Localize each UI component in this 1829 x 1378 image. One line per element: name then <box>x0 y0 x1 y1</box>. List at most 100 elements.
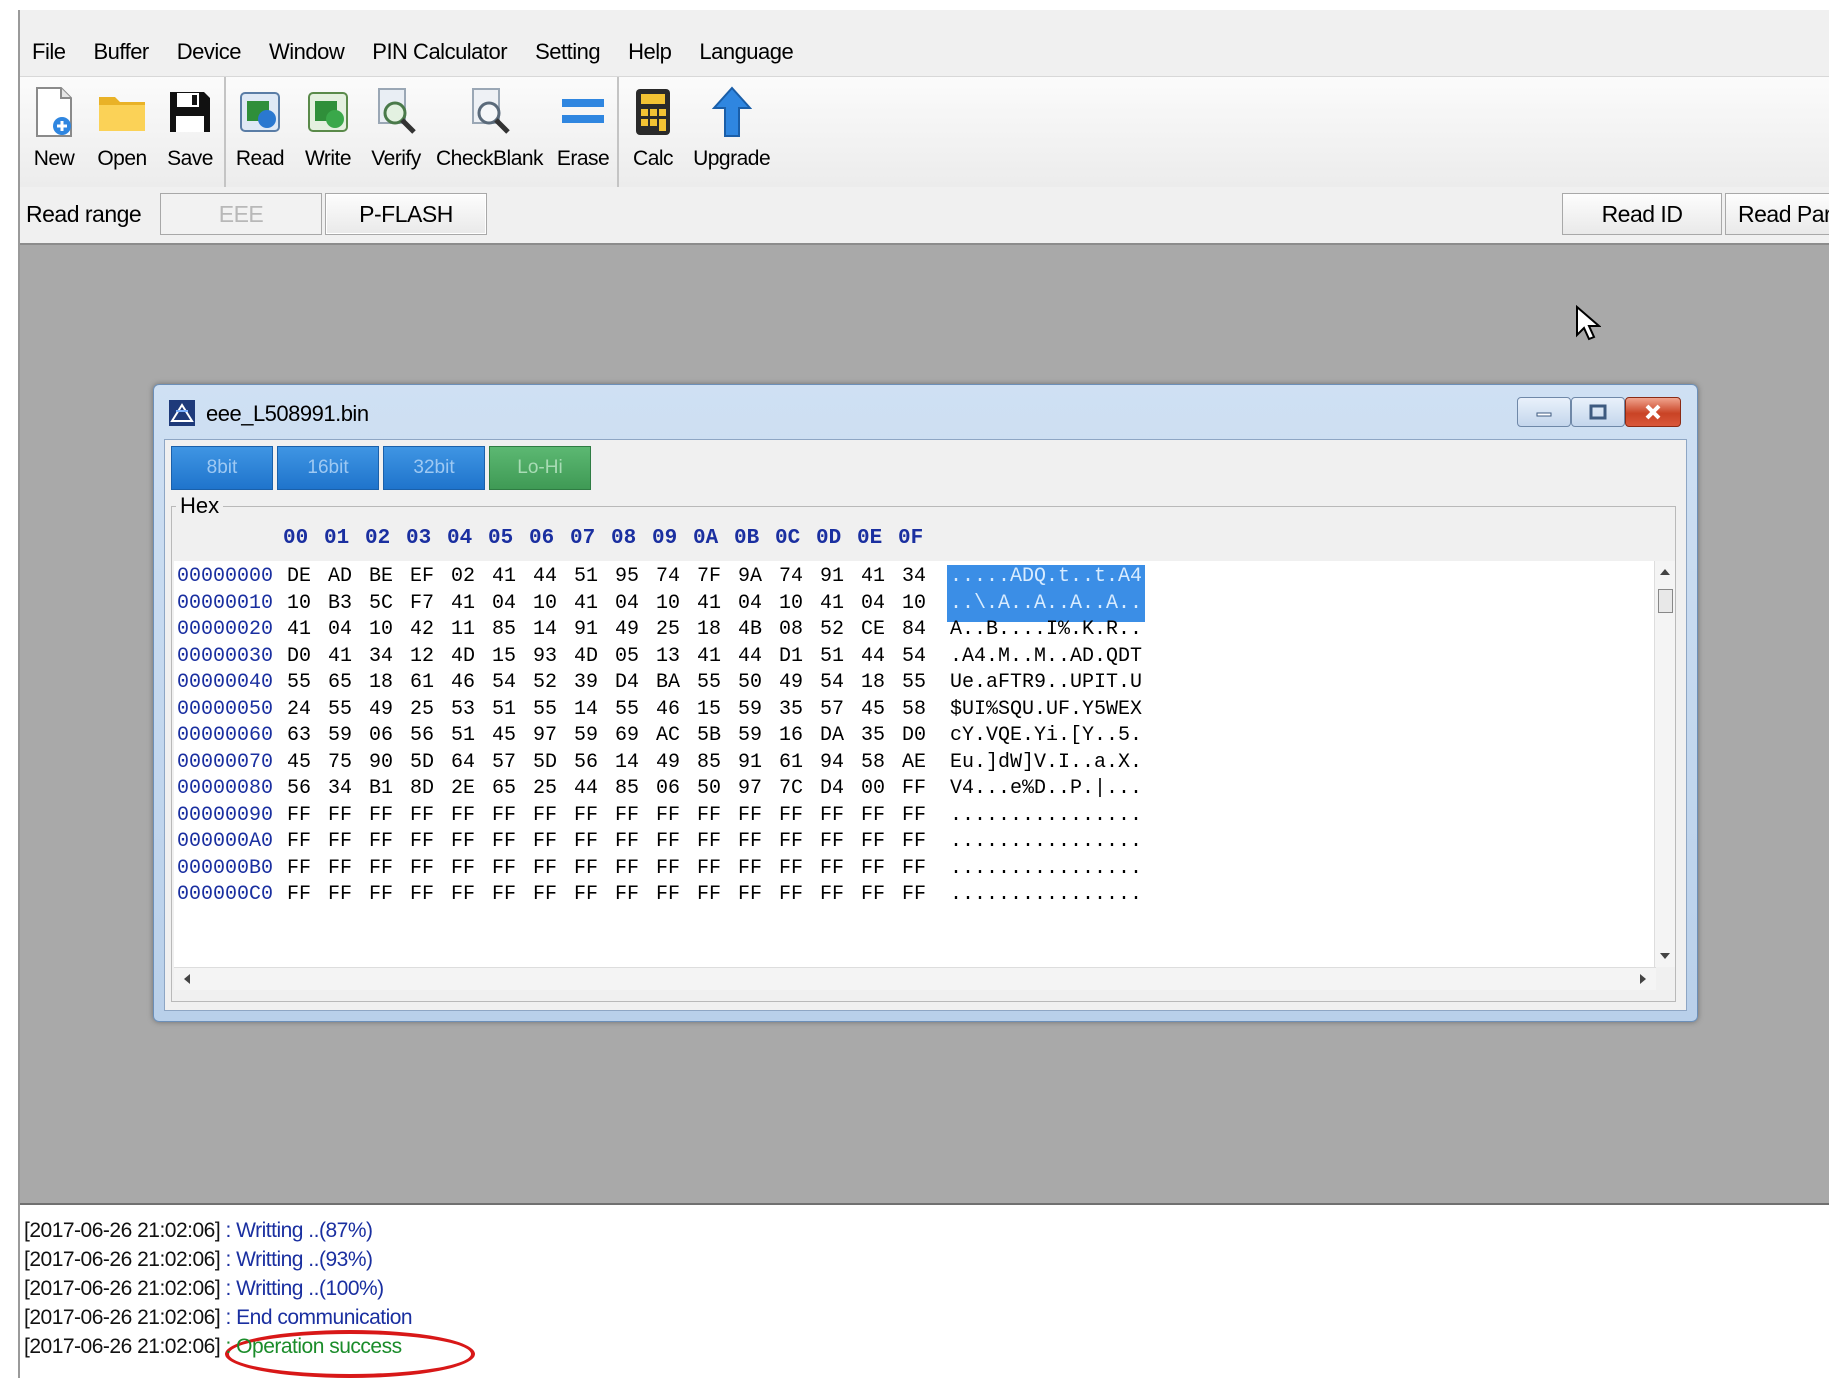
maximize-button[interactable] <box>1571 397 1625 427</box>
hex-byte[interactable]: FF <box>492 804 533 834</box>
hex-byte[interactable]: 05 <box>615 645 656 675</box>
hex-byte[interactable]: 97 <box>533 724 574 754</box>
hex-byte[interactable]: FF <box>328 857 369 887</box>
hex-byte[interactable]: 44 <box>861 645 902 675</box>
hex-byte[interactable]: FF <box>861 830 902 860</box>
hex-byte[interactable]: 02 <box>451 565 492 595</box>
hex-ascii[interactable]: cY.VQE.Yi.[Y..5. <box>947 724 1145 754</box>
hex-byte[interactable]: 65 <box>492 777 533 807</box>
hex-byte[interactable]: FF <box>656 883 697 913</box>
hex-byte[interactable]: FF <box>779 804 820 834</box>
hex-row[interactable]: 00000090 FF FF FF FF FF FF FF FF FF FF FF FF FF FF FF FF… <box>174 804 1145 834</box>
hex-byte[interactable]: 51 <box>451 724 492 754</box>
hex-byte[interactable]: FF <box>451 830 492 860</box>
hex-byte[interactable]: FF <box>902 857 943 887</box>
hex-byte[interactable]: 4B <box>738 618 779 648</box>
hex-byte[interactable]: 61 <box>410 671 451 701</box>
hex-ascii[interactable]: .A4.M..M..AD.QDT <box>947 645 1145 675</box>
hex-byte[interactable]: 49 <box>369 698 410 728</box>
hex-byte[interactable]: FF <box>697 804 738 834</box>
hex-byte[interactable]: 08 <box>779 618 820 648</box>
hex-byte[interactable]: 59 <box>738 724 779 754</box>
hex-byte[interactable]: 13 <box>656 645 697 675</box>
hex-row[interactable]: 00000060 63 59 06 56 51 45 97 59 69 AC 5B 59 16 DA 35 D0… <box>174 724 1145 754</box>
hex-byte[interactable]: 91 <box>738 751 779 781</box>
hex-byte[interactable]: 4D <box>574 645 615 675</box>
hex-byte[interactable]: 15 <box>492 645 533 675</box>
hex-byte[interactable]: FF <box>287 883 328 913</box>
hex-byte[interactable]: 41 <box>492 565 533 595</box>
hex-byte[interactable]: 5B <box>697 724 738 754</box>
hex-byte[interactable]: D1 <box>779 645 820 675</box>
hex-byte[interactable]: 16 <box>779 724 820 754</box>
hex-byte[interactable]: 55 <box>328 698 369 728</box>
hex-row[interactable]: 00000070 45 75 90 5D 64 57 5D 56 14 49 85 91 61 94 58 AE… <box>174 751 1145 781</box>
hex-byte[interactable]: FF <box>697 883 738 913</box>
hex-byte[interactable]: FF <box>738 804 779 834</box>
new-button[interactable]: New <box>20 83 88 171</box>
hex-byte[interactable]: FF <box>287 857 328 887</box>
hex-byte[interactable]: 35 <box>861 724 902 754</box>
menu-device[interactable]: Device <box>163 39 255 65</box>
hex-row[interactable]: 00000050 24 55 49 25 53 51 55 14 55 46 15 59 35 57 45 58… <box>174 698 1145 728</box>
hex-byte[interactable]: AE <box>902 751 943 781</box>
hex-byte[interactable]: FF <box>820 804 861 834</box>
pflash-tab[interactable]: P-FLASH <box>325 193 487 235</box>
hex-row[interactable]: 000000A0 FF FF FF FF FF FF FF FF FF FF FF FF FF FF FF FF… <box>174 830 1145 860</box>
hex-byte[interactable]: FF <box>738 830 779 860</box>
hex-byte[interactable]: D0 <box>902 724 943 754</box>
hex-byte[interactable]: 59 <box>328 724 369 754</box>
hex-byte[interactable]: FF <box>574 830 615 860</box>
hex-byte[interactable]: FF <box>902 804 943 834</box>
hex-byte[interactable]: DE <box>287 565 328 595</box>
hex-byte[interactable]: FF <box>902 777 943 807</box>
hex-byte[interactable]: DA <box>820 724 861 754</box>
hex-byte[interactable]: 41 <box>697 645 738 675</box>
hex-ascii[interactable]: $UI%SQU.UF.Y5WEX <box>947 698 1145 728</box>
hex-byte[interactable]: FF <box>779 857 820 887</box>
hex-byte[interactable]: 49 <box>779 671 820 701</box>
hex-byte[interactable]: 18 <box>369 671 410 701</box>
hex-byte[interactable]: BE <box>369 565 410 595</box>
hex-byte[interactable]: FF <box>697 857 738 887</box>
hex-byte[interactable]: 94 <box>820 751 861 781</box>
hex-byte[interactable]: FF <box>738 857 779 887</box>
hex-byte[interactable]: 12 <box>410 645 451 675</box>
hex-byte[interactable]: 56 <box>287 777 328 807</box>
hex-byte[interactable]: FF <box>697 830 738 860</box>
hex-byte[interactable]: 7C <box>779 777 820 807</box>
hex-byte[interactable]: FF <box>369 857 410 887</box>
hex-byte[interactable]: 06 <box>656 777 697 807</box>
hex-row[interactable]: 00000020 41 04 10 42 11 85 14 91 49 25 18 4B 08 52 CE 84… <box>174 618 1145 648</box>
hex-row[interactable]: 00000000 DE AD BE EF 02 41 44 51 95 74 7F 9A 74 91 41 34… <box>174 565 1146 595</box>
hex-byte[interactable]: 41 <box>287 618 328 648</box>
open-button[interactable]: Open <box>88 83 156 171</box>
minimize-button[interactable] <box>1517 397 1571 427</box>
hex-byte[interactable]: FF <box>410 804 451 834</box>
hex-byte[interactable]: 57 <box>492 751 533 781</box>
hex-byte[interactable]: 41 <box>820 592 861 622</box>
hex-byte[interactable]: 10 <box>902 592 943 622</box>
hex-byte[interactable]: 55 <box>902 671 943 701</box>
hex-byte[interactable]: FF <box>451 857 492 887</box>
hex-ascii[interactable]: ..\.A..A..A..A.. <box>947 591 1146 622</box>
hex-byte[interactable]: FF <box>533 830 574 860</box>
eee-tab[interactable]: EEE <box>160 193 322 235</box>
hex-byte[interactable]: FF <box>779 883 820 913</box>
hex-byte[interactable]: FF <box>533 804 574 834</box>
hex-ascii[interactable]: A..B....I%.K.R.. <box>947 618 1145 648</box>
hex-byte[interactable]: BA <box>656 671 697 701</box>
hex-byte[interactable]: FF <box>574 804 615 834</box>
hex-byte[interactable]: 25 <box>533 777 574 807</box>
read-part-button[interactable]: Read Part <box>1725 193 1829 235</box>
hex-byte[interactable]: FF <box>492 830 533 860</box>
hex-byte[interactable]: FF <box>410 830 451 860</box>
mode-8bit-button[interactable]: 8bit <box>171 446 273 490</box>
hex-byte[interactable]: 5D <box>410 751 451 781</box>
hex-byte[interactable]: 74 <box>656 565 697 595</box>
hex-byte[interactable]: 41 <box>861 565 902 595</box>
hex-byte[interactable]: FF <box>615 857 656 887</box>
hex-byte[interactable]: 10 <box>287 592 328 622</box>
hex-byte[interactable]: 14 <box>574 698 615 728</box>
hex-byte[interactable]: 44 <box>533 565 574 595</box>
